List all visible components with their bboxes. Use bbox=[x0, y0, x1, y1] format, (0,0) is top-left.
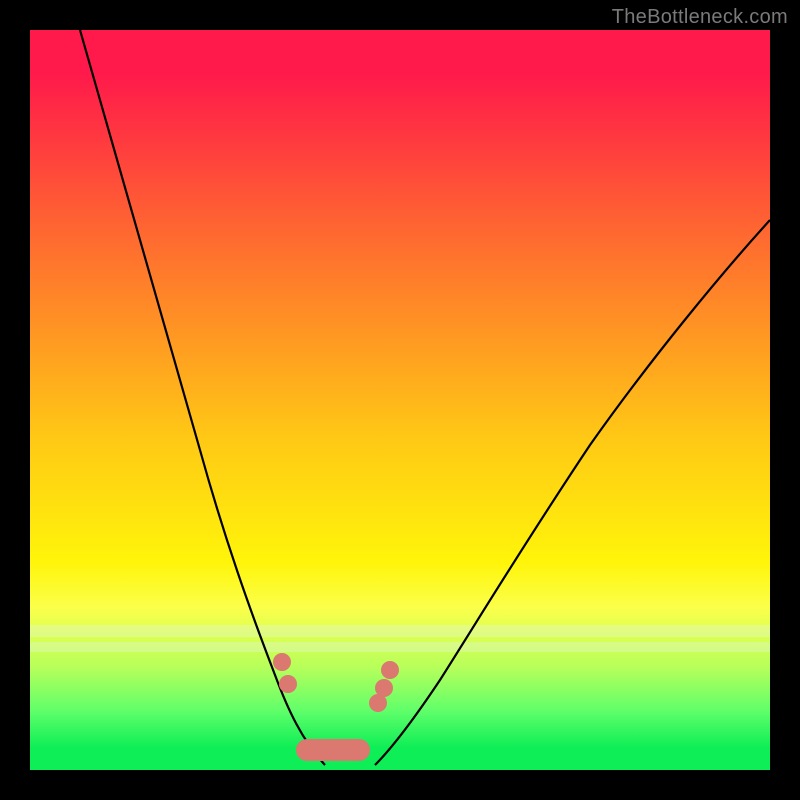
markers-layer bbox=[30, 30, 770, 770]
marker-dot bbox=[375, 679, 393, 697]
chart-container: TheBottleneck.com bbox=[0, 0, 800, 800]
marker-bar bbox=[296, 739, 370, 761]
watermark-text: TheBottleneck.com bbox=[612, 6, 788, 29]
plot-area bbox=[30, 30, 770, 770]
marker-dot bbox=[273, 653, 291, 671]
marker-dot bbox=[279, 675, 297, 693]
marker-dot bbox=[381, 661, 399, 679]
